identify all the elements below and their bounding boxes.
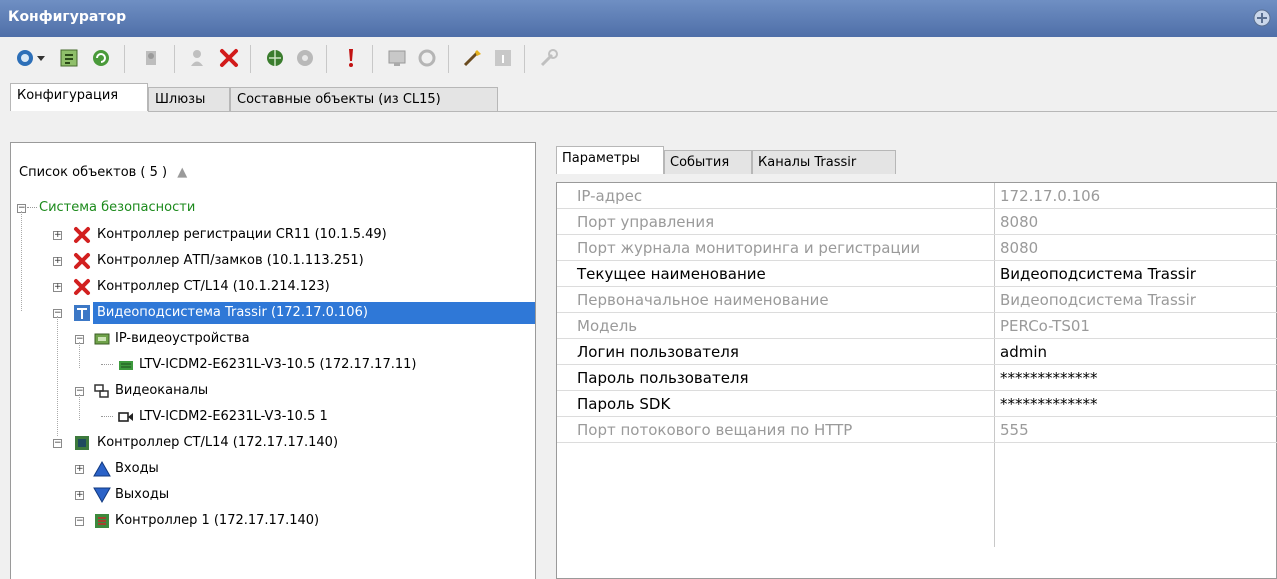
- expand-icon[interactable]: +: [75, 491, 84, 500]
- tree-item-label: Контроллер CT/L14 (10.1.214.123): [97, 279, 330, 294]
- object-list-header[interactable]: Список объектов ( 5 ) ▲: [19, 165, 187, 180]
- property-name: Порт потокового вещания по HTTP: [577, 421, 853, 439]
- property-value[interactable]: 8080: [997, 235, 1038, 261]
- status-icon[interactable]: [292, 45, 318, 71]
- expand-icon[interactable]: +: [75, 465, 84, 474]
- inputs-icon: [93, 460, 111, 477]
- property-name: Пароль SDK: [577, 395, 671, 413]
- tree-item-label: Система безопасности: [39, 200, 196, 215]
- title-bar: Конфигуратор: [0, 0, 1277, 37]
- property-row[interactable]: Порт журнала мониторинга и регистрации 8…: [557, 235, 1277, 261]
- property-value[interactable]: 172.17.0.106: [997, 183, 1100, 209]
- property-value[interactable]: *************: [997, 365, 1098, 391]
- tab-configuration[interactable]: Конфигурация: [10, 83, 148, 111]
- tree-item-label: LTV-ICDM2-E6231L-V3-10.5 1: [139, 409, 328, 424]
- property-row[interactable]: IP-адрес 172.17.0.106: [557, 183, 1277, 209]
- property-value[interactable]: Видеоподсистема Trassir: [997, 287, 1196, 313]
- tree-item-label: Видеоподсистема Trassir (172.17.0.106): [93, 302, 535, 324]
- tree-item-label: IP-видеоустройства: [115, 331, 250, 346]
- wizard-icon[interactable]: [460, 45, 486, 71]
- collapse-icon[interactable]: −: [53, 439, 62, 448]
- red-x-icon: [74, 253, 90, 269]
- property-name: Текущее наименование: [577, 265, 766, 283]
- tree-item-label: Входы: [115, 461, 159, 476]
- properties-grid: IP-адрес 172.17.0.106 Порт управления 80…: [556, 182, 1277, 579]
- network-icon[interactable]: [384, 45, 410, 71]
- edit-user-icon[interactable]: [186, 45, 212, 71]
- globe-icon[interactable]: [262, 45, 288, 71]
- property-name: Порт журнала мониторинга и регистрации: [577, 239, 921, 257]
- controller-board-icon: [95, 514, 109, 528]
- app-corner-icon[interactable]: [1251, 7, 1273, 29]
- dropdown-arrow-icon[interactable]: [34, 45, 48, 71]
- property-value[interactable]: *************: [997, 391, 1098, 417]
- property-name: Логин пользователя: [577, 343, 739, 361]
- property-name: Модель: [577, 317, 638, 335]
- device-config-icon[interactable]: [56, 45, 82, 71]
- sync-icon[interactable]: [414, 45, 440, 71]
- tab-composite-objects[interactable]: Составные объекты (из CL15): [230, 87, 498, 111]
- toolbar: [0, 37, 1277, 81]
- property-value[interactable]: Видеоподсистема Trassir: [997, 261, 1196, 287]
- collapse-icon[interactable]: −: [75, 517, 84, 526]
- property-name: Порт управления: [577, 213, 715, 231]
- tree-item-label: Видеоканалы: [115, 383, 209, 398]
- tree-item-label: Выходы: [115, 487, 170, 502]
- add-object-icon[interactable]: [138, 45, 164, 71]
- info-icon[interactable]: [490, 45, 516, 71]
- delete-icon[interactable]: [216, 45, 242, 71]
- red-x-icon: [74, 279, 90, 295]
- ip-devices-icon: [94, 333, 110, 345]
- property-row[interactable]: Пароль пользователя *************: [557, 365, 1277, 391]
- trassir-icon: [74, 305, 90, 321]
- object-list-title: Список объектов ( 5 ): [19, 165, 168, 180]
- tree-item-label: Контроллер 1 (172.17.17.140): [115, 513, 320, 528]
- tree-item-label: Контроллер CT/L14 (172.17.17.140): [97, 435, 339, 450]
- property-name: IP-адрес: [577, 187, 643, 205]
- property-value[interactable]: admin: [997, 339, 1047, 365]
- expand-icon[interactable]: +: [53, 231, 62, 240]
- red-x-icon: [74, 227, 90, 243]
- properties-panel: Параметры События Каналы Trassir IP-адре…: [546, 146, 1277, 579]
- property-name: Первоначальное наименование: [577, 291, 829, 309]
- property-value[interactable]: PERCo-TS01: [997, 313, 1090, 339]
- property-row[interactable]: Порт потокового вещания по HTTP 555: [557, 417, 1277, 443]
- expand-icon[interactable]: +: [53, 257, 62, 266]
- refresh-icon[interactable]: [88, 45, 114, 71]
- video-channels-icon: [94, 384, 109, 398]
- tab-gateways[interactable]: Шлюзы: [148, 87, 230, 111]
- property-row[interactable]: Логин пользователя admin: [557, 339, 1277, 365]
- tab-events[interactable]: События: [664, 150, 752, 174]
- property-row[interactable]: Порт управления 8080: [557, 209, 1277, 235]
- sort-arrow-icon[interactable]: ▲: [177, 165, 187, 180]
- tools-icon[interactable]: [536, 45, 562, 71]
- outputs-icon: [93, 487, 111, 504]
- main-tabs: Конфигурация Шлюзы Составные объекты (из…: [0, 83, 1277, 111]
- property-row[interactable]: Первоначальное наименование Видеоподсист…: [557, 287, 1277, 313]
- expand-icon[interactable]: +: [53, 283, 62, 292]
- tree-item-label: Контроллер АТП/замков (10.1.113.251): [97, 253, 364, 268]
- ip-camera-icon: [119, 361, 133, 370]
- tree-item-label: LTV-ICDM2-E6231L-V3-10.5 (172.17.17.11): [139, 357, 417, 372]
- object-tree-panel: Список объектов ( 5 ) ▲ − Система безопа…: [10, 142, 536, 579]
- property-value[interactable]: 8080: [997, 209, 1038, 235]
- property-name: Пароль пользователя: [577, 369, 749, 387]
- camera-channel-icon: [118, 412, 133, 422]
- controller-icon: [75, 436, 89, 450]
- tab-trassir-channels[interactable]: Каналы Trassir: [752, 150, 896, 174]
- alarm-icon[interactable]: [338, 45, 364, 71]
- property-row[interactable]: Текущее наименование Видеоподсистема Tra…: [557, 261, 1277, 287]
- tree-item-label: Контроллер регистрации CR11 (10.1.5.49): [97, 227, 387, 242]
- window-title: Конфигуратор: [8, 9, 127, 25]
- property-row[interactable]: Модель PERCo-TS01: [557, 313, 1277, 339]
- property-value[interactable]: 555: [997, 417, 1029, 443]
- property-row[interactable]: Пароль SDK *************: [557, 391, 1277, 417]
- tab-parameters[interactable]: Параметры: [556, 146, 664, 174]
